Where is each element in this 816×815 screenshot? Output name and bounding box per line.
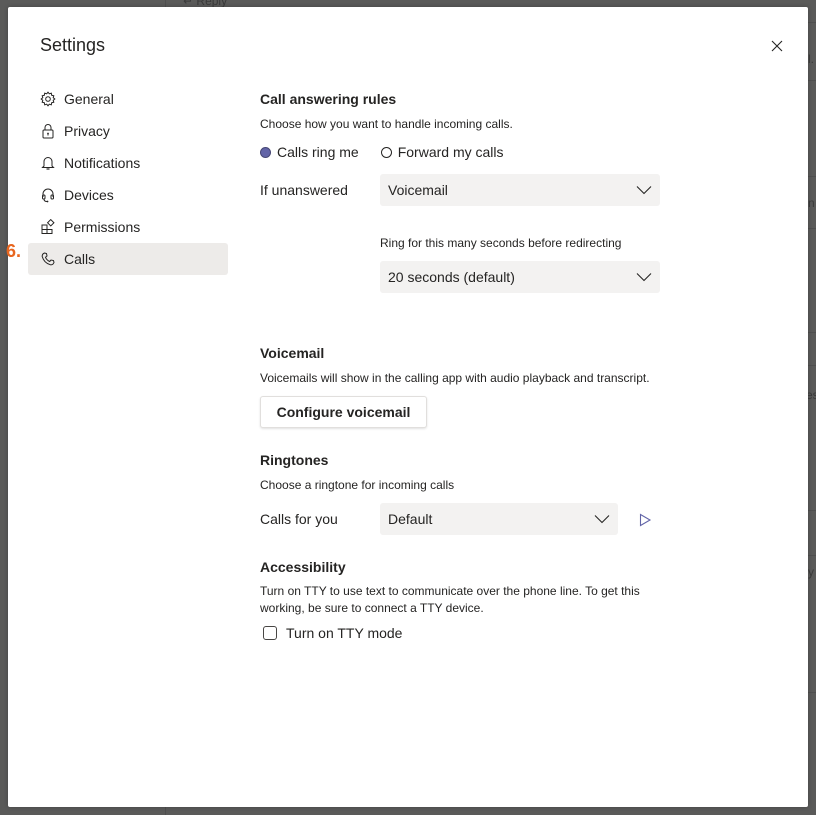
voicemail-description: Voicemails will show in the calling app … [260, 371, 650, 385]
background-divider [808, 22, 816, 23]
checkbox-box [263, 626, 277, 640]
background-divider [808, 692, 816, 693]
if-unanswered-label: If unanswered [260, 182, 348, 198]
ring-duration-label: Ring for this many seconds before redire… [380, 236, 622, 250]
background-fragment: l. [808, 52, 814, 66]
ringtones-description: Choose a ringtone for incoming calls [260, 478, 455, 492]
radio-selected-indicator [260, 146, 271, 158]
calls-for-you-label: Calls for you [260, 511, 338, 527]
radio-calls-ring-me[interactable]: Calls ring me [260, 144, 359, 160]
nav-label: Permissions [64, 219, 141, 235]
tty-mode-checkbox[interactable]: Turn on TTY mode [263, 625, 402, 641]
nav-item-permissions[interactable]: Permissions [28, 211, 228, 243]
nav-label: Privacy [64, 123, 110, 139]
background-divider [165, 807, 166, 815]
ring-duration-dropdown[interactable]: 20 seconds (default) [380, 261, 660, 293]
lock-icon [40, 123, 56, 139]
radio-label: Forward my calls [397, 144, 504, 160]
background-divider [165, 0, 166, 7]
voicemail-heading: Voicemail [260, 345, 325, 361]
close-button[interactable] [766, 35, 788, 57]
configure-voicemail-button[interactable]: Configure voicemail [260, 396, 427, 428]
chevron-down-icon [636, 186, 652, 195]
ringtone-dropdown[interactable]: Default [380, 503, 618, 535]
checkbox-label: Turn on TTY mode [286, 625, 403, 641]
background-divider [808, 228, 816, 229]
accessibility-description: Turn on TTY to use text to communicate o… [260, 584, 640, 615]
radio-forward-my-calls[interactable]: Forward my calls [380, 144, 504, 160]
dropdown-value: Default [388, 511, 433, 527]
nav-item-calls[interactable]: Calls [28, 243, 228, 275]
nav-item-notifications[interactable]: Notifications [28, 147, 228, 179]
dialog-title: Settings [40, 35, 106, 55]
background-divider [808, 80, 816, 81]
play-icon[interactable] [638, 513, 652, 527]
chevron-down-icon [636, 273, 652, 282]
ringtones-heading: Ringtones [260, 452, 329, 468]
if-unanswered-dropdown[interactable]: Voicemail [380, 174, 660, 206]
settings-dialog: Settings General Privacy Notifications D… [8, 7, 808, 807]
nav-label: Calls [64, 251, 96, 267]
close-icon [771, 40, 783, 52]
bell-icon [40, 155, 56, 171]
background-divider [808, 176, 816, 177]
nav-item-privacy[interactable]: Privacy [28, 115, 228, 147]
chevron-down-icon [594, 515, 610, 524]
call-answering-description: Choose how you want to handle incoming c… [260, 117, 513, 131]
call-answering-options: Calls ring me Forward my calls [260, 144, 526, 160]
gear-icon [40, 91, 56, 107]
accessibility-heading: Accessibility [260, 559, 346, 575]
nav-item-devices[interactable]: Devices [28, 179, 228, 211]
nav-label: General [64, 91, 114, 107]
background-divider [808, 555, 816, 556]
radio-unselected-indicator [380, 146, 392, 158]
apps-icon [40, 219, 56, 235]
radio-label: Calls ring me [277, 144, 359, 160]
background-divider [808, 332, 816, 333]
dropdown-value: 20 seconds (default) [388, 269, 515, 285]
background-divider [808, 365, 816, 366]
dropdown-value: Voicemail [388, 182, 448, 198]
step-marker: 6. [6, 241, 22, 261]
background-fragment: n [808, 196, 815, 210]
nav-label: Notifications [64, 155, 141, 171]
phone-icon [40, 251, 56, 267]
settings-nav: General Privacy Notifications Devices Pe… [28, 83, 228, 275]
nav-item-general[interactable]: General [28, 83, 228, 115]
nav-label: Devices [64, 187, 114, 203]
background-fragment: y [808, 565, 814, 579]
call-answering-heading: Call answering rules [260, 91, 397, 107]
headset-icon [40, 187, 56, 203]
background-divider [808, 510, 816, 511]
